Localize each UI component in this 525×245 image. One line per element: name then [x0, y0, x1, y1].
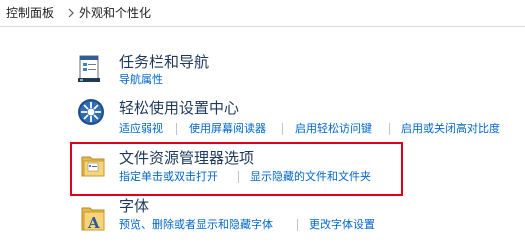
link-high-contrast[interactable]: 启用或关闭高对比度 — [401, 122, 500, 136]
ease-of-access-icon — [76, 97, 106, 127]
fonts-folder-icon: A — [79, 202, 109, 232]
link-divider — [176, 123, 177, 135]
link-divider — [282, 123, 283, 135]
breadcrumb-control-panel[interactable]: 控制面板 — [6, 5, 54, 21]
breadcrumb: 控制面板 外观和个性化 — [0, 0, 525, 27]
svg-text:A: A — [87, 214, 100, 232]
category-title-ease-of-access[interactable]: 轻松使用设置中心 — [119, 99, 239, 117]
link-screen-reader[interactable]: 使用屏幕阅读器 — [189, 122, 266, 136]
breadcrumb-appearance[interactable]: 外观和个性化 — [79, 5, 151, 21]
chevron-right-icon — [66, 7, 76, 19]
link-low-vision[interactable]: 适应弱视 — [119, 122, 163, 136]
category-title-taskbar[interactable]: 任务栏和导航 — [119, 53, 209, 71]
highlight-box — [70, 142, 403, 196]
link-navigation-properties[interactable]: 导航属性 — [119, 73, 163, 87]
link-divider — [389, 123, 390, 135]
link-change-font-settings[interactable]: 更改字体设置 — [309, 218, 375, 232]
link-divider — [297, 219, 298, 231]
category-title-fonts[interactable]: 字体 — [119, 197, 149, 215]
taskbar-icon — [76, 54, 106, 84]
link-accessibility-keys[interactable]: 启用轻松访问键 — [295, 122, 372, 136]
link-preview-delete-fonts[interactable]: 预览、删除或者显示和隐藏字体 — [119, 218, 273, 232]
